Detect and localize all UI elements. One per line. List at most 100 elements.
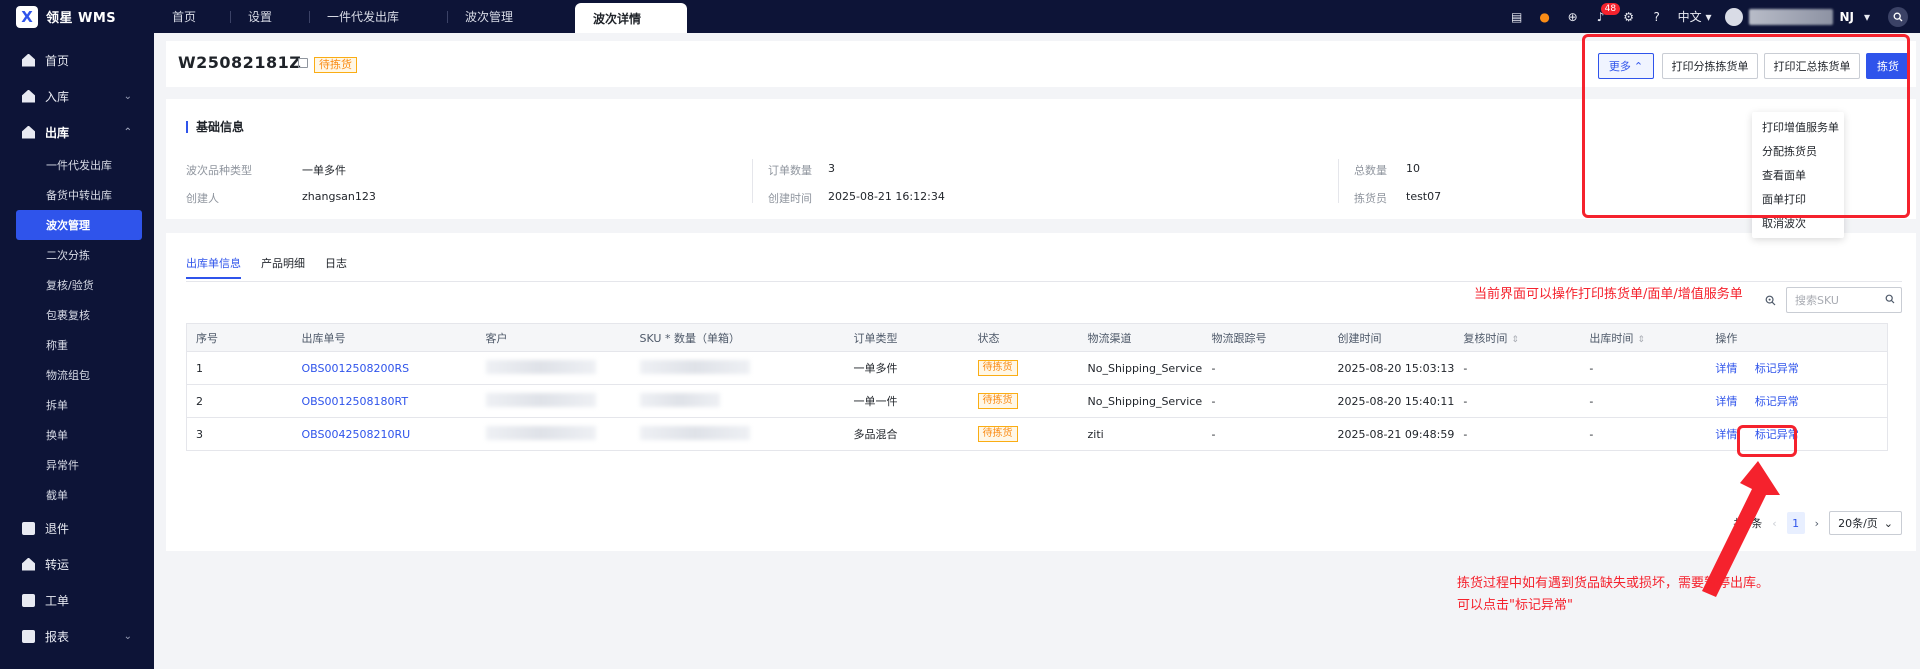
mark-exception-link[interactable]: 标记异常 [1755,395,1799,408]
sidebar-item-label: 工单 [45,593,70,608]
page-size-label: 20条/页 [1838,517,1878,530]
tab-home[interactable]: 首页 [154,0,230,33]
main-content: W25082181Z 待拣货 更多 ⌃ 打印分拣拣货单 打印汇总拣货单 拣货 基… [154,33,1920,669]
app-logo[interactable]: X 领星 WMS [0,0,154,33]
sidebar-item-outbound[interactable]: 出库 ⌃ [0,114,154,150]
field-order-count: 订单数量 3 [768,162,835,178]
sidebar-sub-dropship[interactable]: 一件代发出库 [0,150,154,180]
annotation-exception-note: 拣货过程中如有遇到货品缺失或损坏，需要暂停出库。 可以点击"标记异常" [1457,573,1769,617]
page-number[interactable]: 1 [1786,512,1805,534]
field-total-qty: 总数量 10 [1354,162,1420,178]
divider [1338,159,1339,203]
top-bar: X 领星 WMS 首页 设置 一件代发出库 波次管理 波次详情 ▤ ● ⊕ ♪ 4… [0,0,1920,33]
notification-badge: 48 [1600,2,1621,15]
sort-icon[interactable]: ⇕ [1637,335,1645,345]
avatar [1725,7,1744,26]
tab-log[interactable]: 日志 [325,255,347,279]
col-status: 状态 [968,323,1079,352]
sidebar-sub-exception[interactable]: 异常件 [0,450,154,480]
tab-wave-detail[interactable]: 波次详情 [575,3,687,33]
col-no: 序号 [186,323,293,352]
sidebar-item-home[interactable]: 首页 [0,42,154,78]
field-value: zhangsan123 [302,190,376,203]
field-value: 一单多件 [302,164,346,177]
col-outbound-label: 出库时间 [1589,331,1634,345]
zoom-settings-icon[interactable] [1764,294,1776,306]
detail-link[interactable]: 详情 [1715,395,1737,408]
bear-icon[interactable]: ● [1538,10,1552,24]
next-page-icon[interactable]: › [1815,517,1819,530]
sidebar-sub-weighing[interactable]: 称重 [0,330,154,360]
sidebar-item-transfer[interactable]: 转运 [0,546,154,582]
detail-link[interactable]: 详情 [1715,428,1737,441]
order-link[interactable]: OBS0012508200RS [292,351,477,385]
page-size-select[interactable]: 20条/页 ⌄ [1829,511,1902,535]
sidebar-item-label: 出库 [45,125,70,140]
sidebar-sub-logistics-bundle[interactable]: 物流组包 [0,360,154,390]
language-switcher[interactable]: 中文 ▾ [1678,8,1712,25]
sidebar-item-label: 报表 [45,629,70,644]
cell-status: 待拣货 [968,417,1079,451]
field-value: test07 [1406,190,1442,203]
sidebar-item-returns[interactable]: 退件 [0,510,154,546]
sidebar-sub-stock-transfer[interactable]: 备货中转出库 [0,180,154,210]
tab-dropship-outbound[interactable]: 一件代发出库 [309,0,447,33]
tab-wave-management[interactable]: 波次管理 [447,0,571,33]
search-icon[interactable] [1884,293,1896,305]
sidebar-sub-secondary-sort[interactable]: 二次分拣 [0,240,154,270]
annotation-line: 拣货过程中如有遇到货品缺失或损坏，需要暂停出库。 [1457,576,1770,591]
redacted-block [485,359,596,374]
cell-actions: 详情 标记异常 [1706,351,1888,385]
sidebar-item-inbound[interactable]: 入库 ⌄ [0,78,154,114]
download-icon[interactable]: ⊕ [1566,10,1580,24]
tab-product-details[interactable]: 产品明细 [261,255,305,279]
sidebar-sub-change-order[interactable]: 换单 [0,420,154,450]
col-reviewed-label: 复核时间 [1463,331,1508,345]
copy-icon[interactable] [298,58,308,68]
cell-customer-redacted [476,417,631,451]
bell-icon[interactable]: ♪ 48 [1594,2,1621,24]
global-search-icon[interactable] [1888,6,1908,27]
sidebar-sub-review[interactable]: 复核/验货 [0,270,154,300]
sidebar-item-reports[interactable]: 报表 ⌄ [0,618,154,654]
user-menu[interactable]: NJ ▾ [1725,7,1874,26]
user-initials: NJ [1839,9,1854,24]
sidebar-sub-package-review[interactable]: 包裹复核 [0,300,154,330]
help-icon[interactable]: ? [1650,10,1664,24]
field-value: 2025-08-21 16:12:34 [828,190,945,203]
inbox-icon[interactable]: ▤ [1510,10,1524,24]
tab-settings[interactable]: 设置 [230,0,309,33]
cell-created: 2025-08-20 15:03:13 [1328,351,1455,385]
cell-customer-redacted [476,351,631,385]
redacted-block [485,425,596,440]
cell-order-type: 一单一件 [844,384,969,418]
transfer-icon [22,557,35,571]
logo-text: 领星 WMS [46,11,117,26]
cell-outbound: - [1580,417,1707,451]
returns-icon [22,521,35,535]
mark-exception-link[interactable]: 标记异常 [1755,362,1799,375]
col-channel: 物流渠道 [1078,323,1203,352]
field-value: 3 [828,162,835,175]
tab-outbound-info[interactable]: 出库单信息 [186,255,241,279]
sort-icon[interactable]: ⇕ [1511,335,1519,345]
home-icon [22,53,35,67]
sidebar-sub-split-order[interactable]: 拆单 [0,390,154,420]
cell-created: 2025-08-21 09:48:59 [1328,417,1455,451]
sidebar-sub-intercept[interactable]: 截单 [0,480,154,510]
detail-link[interactable]: 详情 [1715,362,1737,375]
col-outbound: 出库时间 ⇕ [1580,323,1707,352]
redacted-block [639,425,750,440]
cell-channel: No_Shipping_Service [1078,384,1203,418]
sidebar-item-workorder[interactable]: 工单 [0,582,154,618]
cell-reviewed: - [1454,417,1581,451]
order-link[interactable]: OBS0012508180RT [292,384,477,418]
cell-order-type: 一单多件 [844,351,969,385]
cell-no: 3 [186,417,293,451]
gear-icon[interactable]: ⚙ [1622,10,1636,24]
table-row: 2 OBS0012508180RT 一单一件 待拣货 No_Shipping_S… [186,384,1888,418]
order-link[interactable]: OBS0042508210RU [292,417,477,451]
sidebar-sub-wave-management[interactable]: 波次管理 [16,210,142,240]
status-badge: 待拣货 [977,360,1018,376]
top-right-tools: ▤ ● ⊕ ♪ 48 ⚙ ? 中文 ▾ NJ ▾ [1510,0,1920,33]
